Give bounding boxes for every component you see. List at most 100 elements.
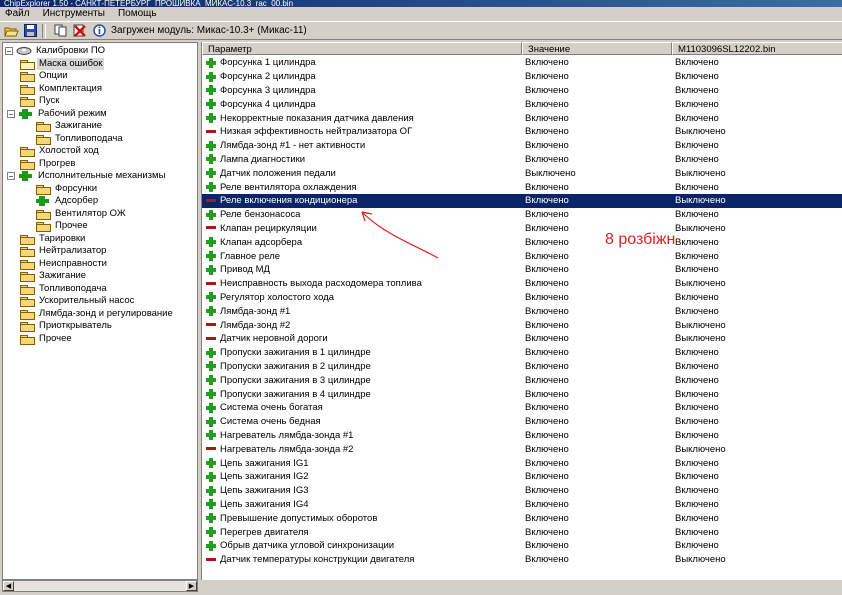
table-row[interactable]: Цепь зажигания IG4 Включено Включено <box>202 498 842 512</box>
folder-icon <box>19 321 35 332</box>
tree-item[interactable]: Холостой ход <box>19 145 101 157</box>
open-folder-icon[interactable] <box>3 24 19 38</box>
table-row[interactable]: Низкая эффективность нейтрализатора ОГ Вк… <box>202 125 842 139</box>
column-header-value[interactable]: Значение <box>522 42 672 55</box>
table-row[interactable]: Реле бензонасоса Включено Включено <box>202 208 842 222</box>
table-row[interactable]: Клапан адсорбера Включено Включено <box>202 235 842 249</box>
table-row[interactable]: Главное реле Включено Включено <box>202 249 842 263</box>
red-minus-icon <box>205 222 217 234</box>
tree-item[interactable]: Опции <box>19 70 70 82</box>
tree-item[interactable]: Ускорительный насос <box>19 295 136 307</box>
table-row[interactable]: Цепь зажигания IG2 Включено Включено <box>202 470 842 484</box>
tree-item[interactable]: − Исполнительные механизмы <box>7 170 167 182</box>
cell-value: Включено <box>525 305 569 317</box>
folder-icon <box>19 259 35 270</box>
table-row[interactable]: Превышение допустимых оборотов Включено Вк… <box>202 511 842 525</box>
table-row[interactable]: Нагреватель лямбда-зонда #2 Включено Выклю… <box>202 442 842 456</box>
table-row[interactable]: Привод МД Включено Включено <box>202 263 842 277</box>
parameter-name: Цепь зажигания IG4 <box>220 498 309 510</box>
collapse-icon[interactable]: − <box>7 172 15 181</box>
table-row[interactable]: Форсунка 1 цилиндра Включено Включено <box>202 56 842 70</box>
tree-item[interactable]: Зажигание <box>19 270 88 282</box>
table-row[interactable]: Некорректные показания датчика давления В… <box>202 111 842 125</box>
cell-value: Включено <box>525 181 569 193</box>
table-row[interactable]: Пропуски зажигания в 4 цилиндре Включено В… <box>202 387 842 401</box>
tree-item[interactable]: Прочее <box>19 333 74 345</box>
red-minus-icon <box>205 554 217 566</box>
menu-tools[interactable]: Инструменты <box>38 8 113 19</box>
tree-item-label: Вентилятор ОЖ <box>55 207 126 219</box>
table-row[interactable]: Форсунка 4 цилиндра Включено Включено <box>202 97 842 111</box>
tree-item[interactable]: Прочее <box>35 220 90 232</box>
calibration-tree[interactable]: − Калибровки ПО Маска ошибок Опции Комплек… <box>2 42 198 580</box>
green-plus-icon <box>205 181 217 193</box>
tree-root[interactable]: − Калибровки ПО <box>5 45 107 57</box>
cell-file-value: Включено <box>675 457 719 469</box>
tree-horizontal-scrollbar[interactable]: ◀ ▶ <box>2 580 198 592</box>
cell-file-value: Включено <box>675 291 719 303</box>
scroll-right-icon[interactable]: ▶ <box>186 581 197 591</box>
table-row[interactable]: Лямбда-зонд #1 - нет активности Включено В… <box>202 139 842 153</box>
table-row[interactable]: Пропуски зажигания в 3 цилиндре Включено В… <box>202 373 842 387</box>
tree-item[interactable]: Приоткрыватель <box>19 320 114 332</box>
table-row[interactable]: Форсунка 3 цилиндра Включено Включено <box>202 84 842 98</box>
table-row[interactable]: Пропуски зажигания в 1 цилиндре Включено В… <box>202 346 842 360</box>
table-row[interactable]: Форсунка 2 цилиндра Включено Включено <box>202 70 842 84</box>
cell-value: Включено <box>525 443 569 455</box>
info-icon[interactable] <box>91 24 107 38</box>
parameter-grid[interactable]: Параметр Значение M1103096SL12202.bin Фо… <box>201 42 842 580</box>
table-row[interactable]: Нагреватель лямбда-зонда #1 Включено Включ… <box>202 429 842 443</box>
collapse-icon[interactable]: − <box>7 109 15 118</box>
table-row[interactable]: Цепь зажигания IG1 Включено Включено <box>202 456 842 470</box>
folder-icon <box>19 159 35 170</box>
save-icon[interactable] <box>22 24 38 38</box>
tree-item[interactable]: Тарировки <box>19 233 87 245</box>
tree-item[interactable]: Неисправности <box>19 258 109 270</box>
table-row[interactable]: Реле включения кондиционера Включено Выклю… <box>202 194 842 208</box>
remove-differences-icon[interactable] <box>72 24 88 38</box>
table-row[interactable]: Неисправность выхода расходомера топлива… <box>202 277 842 291</box>
table-row[interactable]: Датчик неровной дороги Включено Выключено <box>202 332 842 346</box>
cell-parameter: Пропуски зажигания в 1 цилиндре <box>202 347 522 359</box>
table-row[interactable]: Лампа диагностики Включено Включено <box>202 153 842 167</box>
tree-item[interactable]: Нейтрализатор <box>19 245 108 257</box>
menu-file[interactable]: Файл <box>0 8 38 19</box>
tree-item[interactable]: Вентилятор ОЖ <box>35 208 128 220</box>
table-row[interactable]: Датчик температуры конструкции двигателя… <box>202 553 842 567</box>
compare-icon[interactable] <box>53 24 69 38</box>
cell-file-value: Включено <box>675 236 719 248</box>
table-row[interactable]: Перегрев двигателя Включено Включено <box>202 525 842 539</box>
tree-item[interactable]: Пуск <box>19 95 61 107</box>
tree-item[interactable]: Адсорбер <box>35 195 100 207</box>
tree-item[interactable]: Топливоподача <box>19 283 109 295</box>
table-row[interactable]: Лямбда-зонд #1 Включено Включено <box>202 304 842 318</box>
tree-item[interactable]: Форсунки <box>35 183 99 195</box>
table-row[interactable]: Регулятор холостого хода Включено Включено <box>202 291 842 305</box>
table-row[interactable]: Пропуски зажигания в 2 цилиндре Включено В… <box>202 360 842 374</box>
tree-item[interactable]: Лямбда-зонд и регулирование <box>19 308 175 320</box>
table-row[interactable]: Клапан рециркуляции Включено Выключено <box>202 222 842 236</box>
tree-item[interactable]: − Рабочий режим <box>7 108 109 120</box>
table-row[interactable]: Реле вентилятора охлаждения Включено Включ… <box>202 180 842 194</box>
folder-icon <box>19 59 35 70</box>
tree-item[interactable]: Маска ошибок <box>19 57 105 70</box>
table-row[interactable]: Датчик положения педали Выключено Выключен… <box>202 166 842 180</box>
tree-item[interactable]: Комплектация <box>19 83 104 95</box>
tree-item-label: Исполнительные механизмы <box>38 170 166 181</box>
tree-item[interactable]: Топливоподача <box>35 133 125 145</box>
table-row[interactable]: Лямбда-зонд #2 Включено Выключено <box>202 318 842 332</box>
table-row[interactable]: Система очень богатая Включено Включено <box>202 401 842 415</box>
tree-item[interactable]: Прогрев <box>19 158 77 170</box>
scroll-left-icon[interactable]: ◀ <box>3 581 14 591</box>
table-row[interactable]: Обрыв датчика угловой синхронизации Включ… <box>202 539 842 553</box>
folder-icon <box>19 309 35 320</box>
column-header-parameter[interactable]: Параметр <box>202 42 522 55</box>
tree-item[interactable]: Зажигание <box>35 120 104 132</box>
table-row[interactable]: Цепь зажигания IG3 Включено Включено <box>202 484 842 498</box>
parameter-name: Главное реле <box>220 250 281 262</box>
column-header-file[interactable]: M1103096SL12202.bin <box>672 42 842 55</box>
table-row[interactable]: Система очень бедная Включено Включено <box>202 415 842 429</box>
collapse-icon[interactable]: − <box>5 47 13 56</box>
menu-help[interactable]: Помощь <box>113 8 165 19</box>
parameter-name: Превышение допустимых оборотов <box>220 512 378 524</box>
